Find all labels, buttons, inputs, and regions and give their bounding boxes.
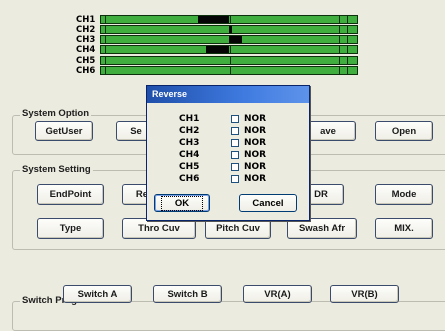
reverse-checkbox[interactable] — [231, 151, 239, 159]
channel-bar — [100, 15, 358, 24]
reverse-mode-label: NOR — [244, 126, 267, 136]
reverse-checkbox[interactable] — [231, 115, 239, 123]
reverse-checkbox[interactable] — [231, 175, 239, 183]
reverse-row: CH4 NOR — [147, 149, 311, 161]
channel-label: CH3 — [76, 35, 96, 45]
system-setting-title: System Setting — [20, 164, 93, 175]
channel-bar — [100, 56, 358, 65]
mix-button[interactable]: MIX. — [375, 218, 433, 239]
reverse-channel-label: CH2 — [179, 126, 200, 136]
endpoint-button[interactable]: EndPoint — [37, 184, 104, 205]
channel-label: CH4 — [76, 45, 96, 55]
vr-a-button[interactable]: VR(A) — [243, 285, 312, 303]
reverse-dialog: Reverse CH1 NOR CH2 NOR CH3 NOR CH4 NOR … — [146, 85, 310, 221]
channel-bar — [100, 25, 358, 34]
channel-label: CH5 — [76, 56, 96, 66]
channel-bar — [100, 45, 358, 54]
reverse-channel-label: CH6 — [179, 174, 200, 184]
reverse-channel-label: CH3 — [179, 138, 200, 148]
reverse-mode-label: NOR — [244, 114, 267, 124]
type-button[interactable]: Type — [37, 218, 104, 239]
swash-afr-button[interactable]: Swash Afr — [287, 218, 357, 239]
reverse-mode-label: NOR — [244, 138, 267, 148]
reverse-checkbox[interactable] — [231, 139, 239, 147]
channel-level-fill — [198, 16, 229, 23]
open-button[interactable]: Open — [375, 121, 433, 141]
channel-label: CH6 — [76, 66, 96, 76]
channel-label: CH2 — [76, 25, 96, 35]
reverse-mode-label: NOR — [244, 150, 267, 160]
vr-b-button[interactable]: VR(B) — [330, 285, 399, 303]
thro-cuv-button[interactable]: Thro Cuv — [122, 218, 196, 239]
reverse-channel-label: CH4 — [179, 150, 200, 160]
channel-bar — [100, 66, 358, 75]
pitch-cuv-button[interactable]: Pitch Cuv — [205, 218, 271, 239]
reverse-checkbox[interactable] — [231, 127, 239, 135]
channel-level-fill — [205, 46, 229, 53]
mode-button[interactable]: Mode — [375, 184, 433, 205]
system-option-title: System Option — [20, 108, 92, 119]
switch-a-button[interactable]: Switch A — [63, 285, 132, 303]
reverse-checkbox[interactable] — [231, 163, 239, 171]
channel-level-fill — [229, 36, 242, 43]
cancel-button[interactable]: Cancel — [239, 194, 297, 212]
channel-bar — [100, 35, 358, 44]
switch-b-button[interactable]: Switch B — [153, 285, 222, 303]
ok-button-label: OK — [160, 195, 204, 211]
reverse-row: CH6 NOR — [147, 173, 311, 185]
reverse-channel-label: CH5 — [179, 162, 200, 172]
getuser-button[interactable]: GetUser — [35, 121, 93, 141]
reverse-row: CH1 NOR — [147, 113, 311, 125]
reverse-row: CH5 NOR — [147, 161, 311, 173]
reverse-row: CH2 NOR — [147, 125, 311, 137]
ok-button[interactable]: OK — [154, 194, 210, 212]
channel-label: CH1 — [76, 15, 96, 25]
reverse-row: CH3 NOR — [147, 137, 311, 149]
channel-level-fill — [229, 26, 232, 33]
reverse-mode-label: NOR — [244, 174, 267, 184]
dialog-title[interactable]: Reverse — [147, 86, 309, 103]
reverse-mode-label: NOR — [244, 162, 267, 172]
reverse-channel-label: CH1 — [179, 114, 200, 124]
